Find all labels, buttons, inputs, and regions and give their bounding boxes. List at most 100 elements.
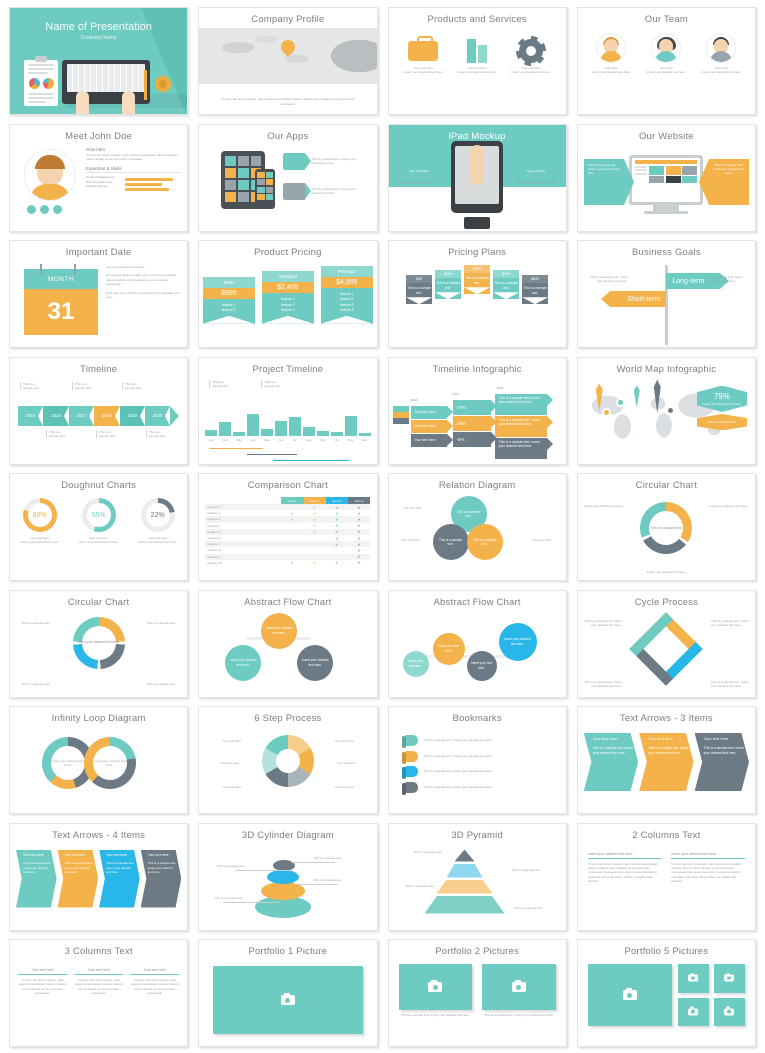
slide-cell[interactable]: Our Team John Doe Insert your desired te… xyxy=(572,4,761,121)
slide-text-arrows-3-items[interactable]: Text Arrows - 3 Items Your text here Thi… xyxy=(576,706,756,814)
doughnut-item[interactable]: 55% Your text here Insert your desired t… xyxy=(71,498,126,545)
slide-cell[interactable]: Portfolio 5 Pictures xyxy=(572,936,761,1053)
slide-cell[interactable]: Portfolio 1 Picture xyxy=(193,936,382,1053)
slide-cell[interactable]: Circular Chart Insert your desired text … xyxy=(4,587,193,704)
picture-placeholder[interactable] xyxy=(213,966,363,1034)
doughnut-item[interactable]: 80% Your text here Insert your desired t… xyxy=(12,498,67,545)
facebook-icon[interactable] xyxy=(40,204,49,214)
slide-cell[interactable]: 3D Pyramid This is a sample text. This i… xyxy=(383,820,572,937)
slide-2-columns-text[interactable]: 2 Columns Text Insert your desired text … xyxy=(576,822,756,931)
slide-cell[interactable]: Text Arrows - 3 Items Your text here Thi… xyxy=(572,703,761,820)
slide-cell[interactable]: Business Goals Long-term Short-term This… xyxy=(572,237,761,354)
arrow-item[interactable]: Your text here This is a sample text. In… xyxy=(99,849,140,908)
sign-short-term[interactable]: Short-term xyxy=(601,291,667,307)
slide-cell[interactable]: Timeline 2015 2016 2017 2018 2019 2020 T… xyxy=(4,354,193,471)
slide-meet-john-doe[interactable]: Meet John Doe Short Bio Ut enim ad minim… xyxy=(9,123,189,232)
slide-infinity-loop-diagram[interactable]: Infinity Loop Diagram Insert your desire… xyxy=(9,706,189,814)
arrow-item[interactable]: Your text here This is a sample text. In… xyxy=(140,849,182,908)
circular-chart[interactable]: Insert your desired text here. xyxy=(72,616,125,669)
picture-placeholder[interactable] xyxy=(713,997,745,1026)
app-item[interactable]: This is a sample text. Insert your desir… xyxy=(283,152,363,170)
timeline-year[interactable]: 2015 xyxy=(18,405,44,426)
timeline-year[interactable]: 2020 xyxy=(144,405,171,426)
slide-3d-cylinder-diagram[interactable]: 3D Cylinder Diagram This is a sample tex… xyxy=(198,822,378,931)
plan-ribbon[interactable]: $399 This is a sample text. xyxy=(464,265,491,295)
linkedin-icon[interactable] xyxy=(53,204,62,214)
pricing-plan[interactable]: Premium $4,995 feature 1 feature 2 feature… xyxy=(320,266,373,324)
slide-cell[interactable]: Our Website This is a sample text. Inser… xyxy=(572,121,761,238)
slide-cell[interactable]: Our Apps This is a sample text. Insert y… xyxy=(193,121,382,238)
loop-right[interactable]: Insert your desired text here. xyxy=(84,737,136,789)
flow-node[interactable]: Insert your text here. xyxy=(432,632,465,665)
slide-cell[interactable]: 3D Cylinder Diagram This is a sample tex… xyxy=(193,820,382,937)
slide-cycle-process[interactable]: Cycle Process This is a sample text. Ins… xyxy=(576,589,756,698)
slide-cell[interactable]: Timeline Infographic 2016 Your text here… xyxy=(383,354,572,471)
slide-our-apps[interactable]: Our Apps This is a sample text. Insert y… xyxy=(198,123,378,232)
timeline-year[interactable]: 2017 xyxy=(68,405,95,426)
bookmark-item[interactable]: This is a sample text. Insert your desir… xyxy=(389,766,566,777)
slide-cell[interactable]: 3 Columns Text Your text here Ut enim ad… xyxy=(4,936,193,1053)
slide-ipad-mockup[interactable]: iPad Mockup Your text here Insert your d… xyxy=(387,123,567,232)
picture-placeholder[interactable] xyxy=(677,964,709,993)
slide-3d-pyramid[interactable]: 3D Pyramid This is a sample text. This i… xyxy=(387,822,567,931)
slide-circular-chart-4[interactable]: Circular Chart Insert your desired text … xyxy=(9,589,189,698)
picture-placeholder[interactable] xyxy=(713,964,745,993)
slide-cell[interactable]: Portfolio 2 Pictures This is a sample te… xyxy=(383,936,572,1053)
slide-cell[interactable]: Doughnut Charts 80% Your text here Inser… xyxy=(4,470,193,587)
plan-ribbon[interactable]: $699 This is a sample text. xyxy=(493,270,520,300)
picture-placeholder[interactable] xyxy=(482,964,556,1010)
relation-bubble[interactable]: This is a sample text. xyxy=(432,524,469,560)
flow-node[interactable]: Insert your text here. xyxy=(466,650,497,681)
portfolio-item[interactable]: This is a sample text. Insert your desir… xyxy=(482,964,556,1017)
product-item[interactable]: Your text here Insert your desired text … xyxy=(452,36,502,75)
slide-portfolio-5-pictures[interactable]: Portfolio 5 Pictures xyxy=(576,939,756,1047)
slide-cell[interactable]: Company Profile Ut enim ad minim veniam,… xyxy=(193,4,382,121)
circular-chart[interactable]: This is a sample text. xyxy=(640,502,693,554)
bookmark-item[interactable]: This is a sample text. Insert your desir… xyxy=(389,781,566,793)
timeline-year-highlight[interactable]: 2018 xyxy=(94,405,120,426)
slide-timeline[interactable]: Timeline 2015 2016 2017 2018 2019 2020 T… xyxy=(9,356,189,465)
six-step-ring[interactable] xyxy=(261,735,314,787)
product-item[interactable]: Your text here Insert your desired text … xyxy=(398,36,448,75)
flow-node[interactable]: Insert your desired text here. xyxy=(225,644,262,681)
slide-bookmarks[interactable]: Bookmarks This is a sample text. Insert … xyxy=(387,706,567,814)
slide-cell[interactable]: iPad Mockup Your text here Insert your d… xyxy=(383,121,572,238)
product-item[interactable]: Your text here Insert your desired text … xyxy=(506,36,556,75)
team-member[interactable]: John Doe Insert your desired text here. xyxy=(697,33,747,75)
slide-cell[interactable]: Infinity Loop Diagram Insert your desire… xyxy=(4,703,193,820)
slide-timeline-infographic[interactable]: Timeline Infographic 2016 Your text here… xyxy=(387,356,567,465)
arrow-item[interactable]: Your text here This is a sample text. In… xyxy=(694,733,750,791)
twitter-icon[interactable] xyxy=(27,204,36,214)
social-links[interactable] xyxy=(27,204,62,214)
slide-title-slide[interactable]: Name of Presentation Company Name xyxy=(9,7,189,115)
slide-relation-diagram[interactable]: Relation Diagram This is a sample text. … xyxy=(387,473,567,581)
plan-ribbon[interactable]: $99 This is a sample text. xyxy=(406,275,433,305)
slide-cell[interactable]: Relation Diagram This is a sample text. … xyxy=(383,470,572,587)
slide-cell[interactable]: Comparison Chart Item 1 Item 2 Item 3 It… xyxy=(193,470,382,587)
slide-cell[interactable]: Circular Chart This is a sample text. In… xyxy=(572,470,761,587)
slide-portfolio-2-pictures[interactable]: Portfolio 2 Pictures This is a sample te… xyxy=(387,939,567,1047)
timeline-year[interactable]: 2019 xyxy=(119,405,146,426)
slide-business-goals[interactable]: Business Goals Long-term Short-term This… xyxy=(576,240,756,348)
slide-comparison-chart[interactable]: Comparison Chart Item 1 Item 2 Item 3 It… xyxy=(198,473,378,581)
pricing-plan[interactable]: Basic $995 feature 1 feature 2 xyxy=(202,276,255,324)
slide-pricing-plans[interactable]: Pricing Plans $99 This is a sample text.… xyxy=(387,240,567,348)
arrow-item[interactable]: Your text here This is a sample text. In… xyxy=(583,733,639,791)
relation-bubble[interactable]: This is a sample text. xyxy=(466,524,503,560)
plan-ribbon[interactable]: $899 This is a sample text. xyxy=(522,275,549,305)
bookmark-item[interactable]: This is a sample text. Insert your desir… xyxy=(389,750,566,762)
flow-node[interactable]: Insert your desired text here. xyxy=(261,612,298,649)
slide-cell[interactable]: Cycle Process This is a sample text. Ins… xyxy=(572,587,761,704)
bookmark-item[interactable]: This is a sample text. Insert your desir… xyxy=(389,735,566,746)
slide-cell[interactable]: Meet John Doe Short Bio Ut enim ad minim… xyxy=(4,121,193,238)
slide-our-website[interactable]: Our Website This is a sample text. Inser… xyxy=(576,123,756,232)
slide-cell[interactable]: Pricing Plans $99 This is a sample text.… xyxy=(383,237,572,354)
slide-products-and-services[interactable]: Products and Services Your text here Ins… xyxy=(387,7,567,115)
pricing-plan[interactable]: Standard $2,495 feature 1 feature 2 featur… xyxy=(261,271,314,324)
slide-cell[interactable]: 2 Columns Text Insert your desired text … xyxy=(572,820,761,937)
picture-placeholder-large[interactable] xyxy=(587,964,672,1026)
arrow-item[interactable]: Your text here This is a sample text. In… xyxy=(639,733,694,791)
slide-cell[interactable]: World Map Infographic 79% Insert your de… xyxy=(572,354,761,471)
app-item[interactable]: This is a sample text. Insert your desir… xyxy=(283,182,363,200)
slide-product-pricing[interactable]: Product Pricing Basic $995 feature 1 feat… xyxy=(198,240,378,348)
